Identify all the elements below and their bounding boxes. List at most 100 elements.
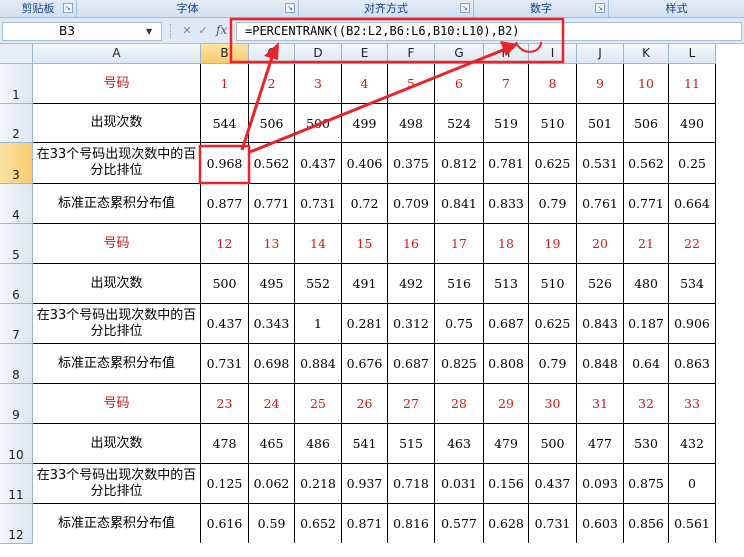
cell-g11[interactable]: 0.031 xyxy=(435,464,484,504)
cell-d4[interactable]: 0.731 xyxy=(295,184,342,224)
name-box[interactable]: B3 xyxy=(2,22,162,41)
cell-j8[interactable]: 0.848 xyxy=(577,344,624,384)
cell-i11[interactable]: 0.437 xyxy=(529,464,577,504)
cell-c1[interactable]: 2 xyxy=(249,64,295,104)
cell-i10[interactable]: 500 xyxy=(529,424,577,464)
cancel-icon[interactable]: ✕ xyxy=(180,24,194,38)
cell-h10[interactable]: 479 xyxy=(484,424,529,464)
cell-k1[interactable]: 10 xyxy=(624,64,669,104)
cell-a4-label-normdist[interactable]: 标准正态累积分布值 xyxy=(33,184,201,224)
cell-b6[interactable]: 500 xyxy=(201,264,249,304)
cell-d10[interactable]: 486 xyxy=(295,424,342,464)
cell-i9[interactable]: 30 xyxy=(529,384,577,424)
cell-c6[interactable]: 495 xyxy=(249,264,295,304)
cell-g2[interactable]: 524 xyxy=(435,104,484,143)
cell-d8[interactable]: 0.884 xyxy=(295,344,342,384)
column-header-c[interactable]: C xyxy=(249,44,295,64)
cell-l2[interactable]: 490 xyxy=(669,104,716,143)
column-header-i[interactable]: I xyxy=(529,44,577,64)
cell-g1[interactable]: 6 xyxy=(435,64,484,104)
cell-e2[interactable]: 499 xyxy=(342,104,388,143)
cell-c10[interactable]: 465 xyxy=(249,424,295,464)
cell-e7[interactable]: 0.281 xyxy=(342,304,388,344)
cell-f3[interactable]: 0.375 xyxy=(388,143,435,184)
cell-l10[interactable]: 432 xyxy=(669,424,716,464)
cell-h6[interactable]: 513 xyxy=(484,264,529,304)
column-header-b[interactable]: B xyxy=(201,44,249,64)
cell-a6-label-count[interactable]: 出现次数 xyxy=(33,264,201,304)
cell-l4[interactable]: 0.664 xyxy=(669,184,716,224)
cell-c4[interactable]: 0.771 xyxy=(249,184,295,224)
cell-d6[interactable]: 552 xyxy=(295,264,342,304)
cell-d3[interactable]: 0.437 xyxy=(295,143,342,184)
cell-e9[interactable]: 26 xyxy=(342,384,388,424)
cell-k6[interactable]: 480 xyxy=(624,264,669,304)
insert-function-icon[interactable]: fx xyxy=(216,23,227,37)
row-header-9[interactable]: 9 xyxy=(0,384,33,424)
cell-a11-label-rank[interactable]: 在33个号码出现次数中的百分比排位 xyxy=(33,464,201,504)
cell-c3[interactable]: 0.562 xyxy=(249,143,295,184)
cell-c2[interactable]: 506 xyxy=(249,104,295,143)
cell-l8[interactable]: 0.863 xyxy=(669,344,716,384)
cell-a8-label-normdist[interactable]: 标准正态累积分布值 xyxy=(33,344,201,384)
cell-c7[interactable]: 0.343 xyxy=(249,304,295,344)
column-header-k[interactable]: K xyxy=(624,44,669,64)
cell-g8[interactable]: 0.825 xyxy=(435,344,484,384)
cell-b5[interactable]: 12 xyxy=(201,224,249,264)
row-header-6[interactable]: 6 xyxy=(0,264,33,304)
row-header-10[interactable]: 10 xyxy=(0,424,33,464)
cell-g9[interactable]: 28 xyxy=(435,384,484,424)
chevron-down-icon[interactable]: ▼ xyxy=(146,27,152,36)
cell-j6[interactable]: 526 xyxy=(577,264,624,304)
cell-a9-label-number[interactable]: 号码 xyxy=(33,384,201,424)
cell-b8[interactable]: 0.731 xyxy=(201,344,249,384)
row-header-12[interactable]: 12 xyxy=(0,504,33,544)
cell-f8[interactable]: 0.687 xyxy=(388,344,435,384)
cell-e8[interactable]: 0.676 xyxy=(342,344,388,384)
cell-j1[interactable]: 9 xyxy=(577,64,624,104)
cell-j2[interactable]: 501 xyxy=(577,104,624,143)
cell-a10-label-count[interactable]: 出现次数 xyxy=(33,424,201,464)
cell-h12[interactable]: 0.628 xyxy=(484,504,529,544)
cell-a3-label-rank[interactable]: 在33个号码出现次数中的百分比排位 xyxy=(33,143,201,184)
cell-a5-label-number[interactable]: 号码 xyxy=(33,224,201,264)
cell-l1[interactable]: 11 xyxy=(669,64,716,104)
cell-h5[interactable]: 18 xyxy=(484,224,529,264)
cell-c5[interactable]: 13 xyxy=(249,224,295,264)
cell-j9[interactable]: 31 xyxy=(577,384,624,424)
cell-k2[interactable]: 506 xyxy=(624,104,669,143)
cell-j3[interactable]: 0.531 xyxy=(577,143,624,184)
cell-b10[interactable]: 478 xyxy=(201,424,249,464)
cell-k7[interactable]: 0.187 xyxy=(624,304,669,344)
cell-d1[interactable]: 3 xyxy=(295,64,342,104)
cell-b2[interactable]: 544 xyxy=(201,104,249,143)
row-header-4[interactable]: 4 xyxy=(0,184,33,224)
cell-j5[interactable]: 20 xyxy=(577,224,624,264)
cell-k5[interactable]: 21 xyxy=(624,224,669,264)
select-all-corner[interactable] xyxy=(0,44,33,64)
cell-e5[interactable]: 15 xyxy=(342,224,388,264)
enter-icon[interactable]: ✓ xyxy=(196,24,210,38)
cell-g7[interactable]: 0.75 xyxy=(435,304,484,344)
cell-l3[interactable]: 0.25 xyxy=(669,143,716,184)
cell-e10[interactable]: 541 xyxy=(342,424,388,464)
cell-h2[interactable]: 519 xyxy=(484,104,529,143)
cell-d2[interactable]: 500 xyxy=(295,104,342,143)
cell-h7[interactable]: 0.687 xyxy=(484,304,529,344)
cell-l12[interactable]: 0.561 xyxy=(669,504,716,544)
cell-g3[interactable]: 0.812 xyxy=(435,143,484,184)
cell-k10[interactable]: 530 xyxy=(624,424,669,464)
cell-i5[interactable]: 19 xyxy=(529,224,577,264)
dialog-launcher-icon[interactable]: ↘ xyxy=(63,3,73,13)
cell-f7[interactable]: 0.312 xyxy=(388,304,435,344)
cell-e4[interactable]: 0.72 xyxy=(342,184,388,224)
cell-b1[interactable]: 1 xyxy=(201,64,249,104)
column-header-f[interactable]: F xyxy=(388,44,435,64)
row-header-2[interactable]: 2 xyxy=(0,104,33,143)
cell-f10[interactable]: 515 xyxy=(388,424,435,464)
formula-input[interactable]: =PERCENTRANK((B2:L2,B6:L6,B10:L10),B2) xyxy=(236,22,742,41)
cell-j7[interactable]: 0.843 xyxy=(577,304,624,344)
column-header-a[interactable]: A xyxy=(33,44,201,64)
cell-h1[interactable]: 7 xyxy=(484,64,529,104)
dialog-launcher-icon[interactable]: ↘ xyxy=(595,3,605,13)
